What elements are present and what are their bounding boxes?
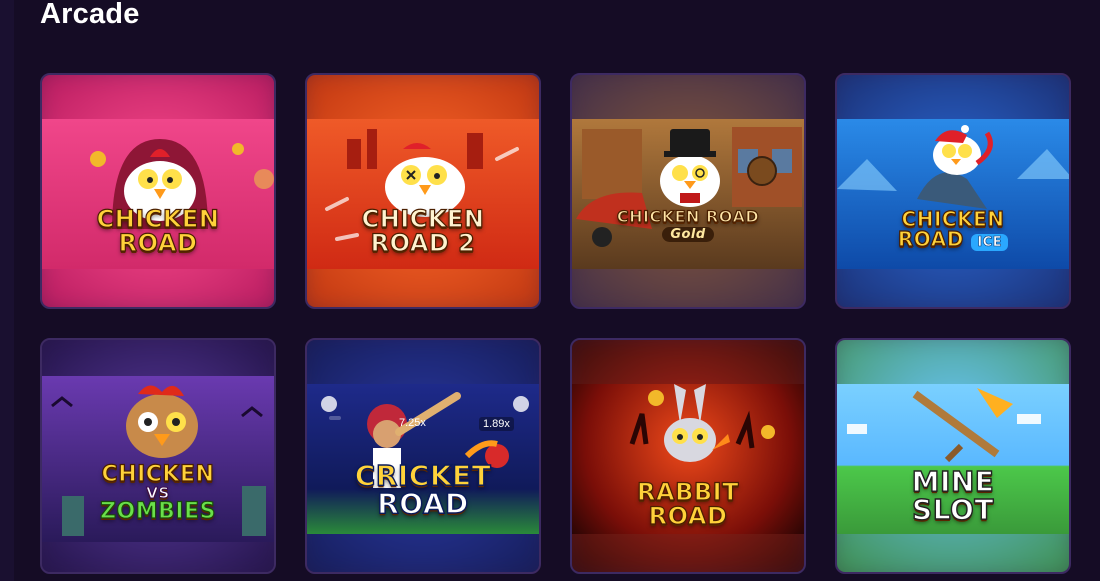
multiplier-badge-1 [329, 416, 341, 420]
logo-line1: CHICKEN ROAD [616, 207, 760, 226]
games-grid: CHICKEN ROAD CHICKEN ROAD 2 CHICKEN ROAD… [0, 0, 1100, 581]
game-thumbnail: MINE SLOT [837, 384, 1069, 534]
multiplier-text-2: 1.89x [479, 417, 514, 431]
game-card-chicken-road[interactable]: CHICKEN ROAD [40, 73, 276, 309]
logo-line2: ROAD [377, 487, 469, 520]
logo-sub: Gold [662, 227, 714, 242]
game-thumbnail: CHICKEN ROAD 2 [307, 119, 539, 269]
game-logo: RABBIT ROAD [572, 478, 804, 530]
logo-line2: ROAD 2 [370, 229, 476, 257]
game-logo: CRICKET ROAD [307, 459, 539, 520]
game-logo: CHICKEN ROAD [42, 205, 274, 257]
game-thumbnail: CHICKEN VS ZOMBIES [42, 376, 274, 542]
game-card-chicken-road-ice[interactable]: CHICKEN ROAD ICE [835, 73, 1071, 309]
logo-line2: ROAD [648, 502, 728, 530]
game-logo: MINE SLOT [837, 465, 1069, 526]
game-logo: CHICKEN ROAD Gold [572, 207, 804, 242]
logo-line1: CRICKET [354, 459, 492, 492]
logo-line2: ROAD [118, 229, 198, 257]
logo-line1: CHICKEN [101, 462, 215, 487]
game-thumbnail: CHICKEN ROAD [42, 119, 274, 269]
game-card-mine-slot[interactable]: MINE SLOT [835, 338, 1071, 574]
logo-line1: CHICKEN [361, 205, 485, 233]
logo-sub: ICE [971, 234, 1009, 251]
chicken-illustration [576, 127, 802, 247]
game-card-rabbit-road[interactable]: RABBIT ROAD [570, 338, 806, 574]
game-logo: CHICKEN ROAD ICE [837, 207, 1069, 251]
logo-line1: MINE [911, 465, 995, 498]
logo-line2: ROAD [897, 227, 964, 251]
logo-line1: CHICKEN [901, 207, 1005, 231]
game-thumbnail: CHICKEN ROAD Gold [572, 119, 804, 269]
logo-line1: RABBIT [636, 478, 739, 506]
logo-line2: SLOT [911, 493, 994, 526]
game-logo: CHICKEN ROAD 2 [307, 205, 539, 257]
logo-line2: ZOMBIES [99, 499, 216, 524]
logo-line1: CHICKEN [96, 205, 220, 233]
game-card-chicken-road-gold[interactable]: CHICKEN ROAD Gold [570, 73, 806, 309]
multiplier-text-1: 7.25x [399, 417, 426, 429]
game-card-chicken-road-2[interactable]: CHICKEN ROAD 2 [305, 73, 541, 309]
game-thumbnail: 7.25x 1.89x CRICKET ROAD [307, 384, 539, 534]
game-logo: CHICKEN VS ZOMBIES [42, 462, 274, 524]
game-card-cricket-road[interactable]: 7.25x 1.89x CRICKET ROAD [305, 338, 541, 574]
game-thumbnail: CHICKEN ROAD ICE [837, 119, 1069, 269]
game-card-chicken-vs-zombies[interactable]: CHICKEN VS ZOMBIES [40, 338, 276, 574]
game-thumbnail: RABBIT ROAD [572, 384, 804, 534]
